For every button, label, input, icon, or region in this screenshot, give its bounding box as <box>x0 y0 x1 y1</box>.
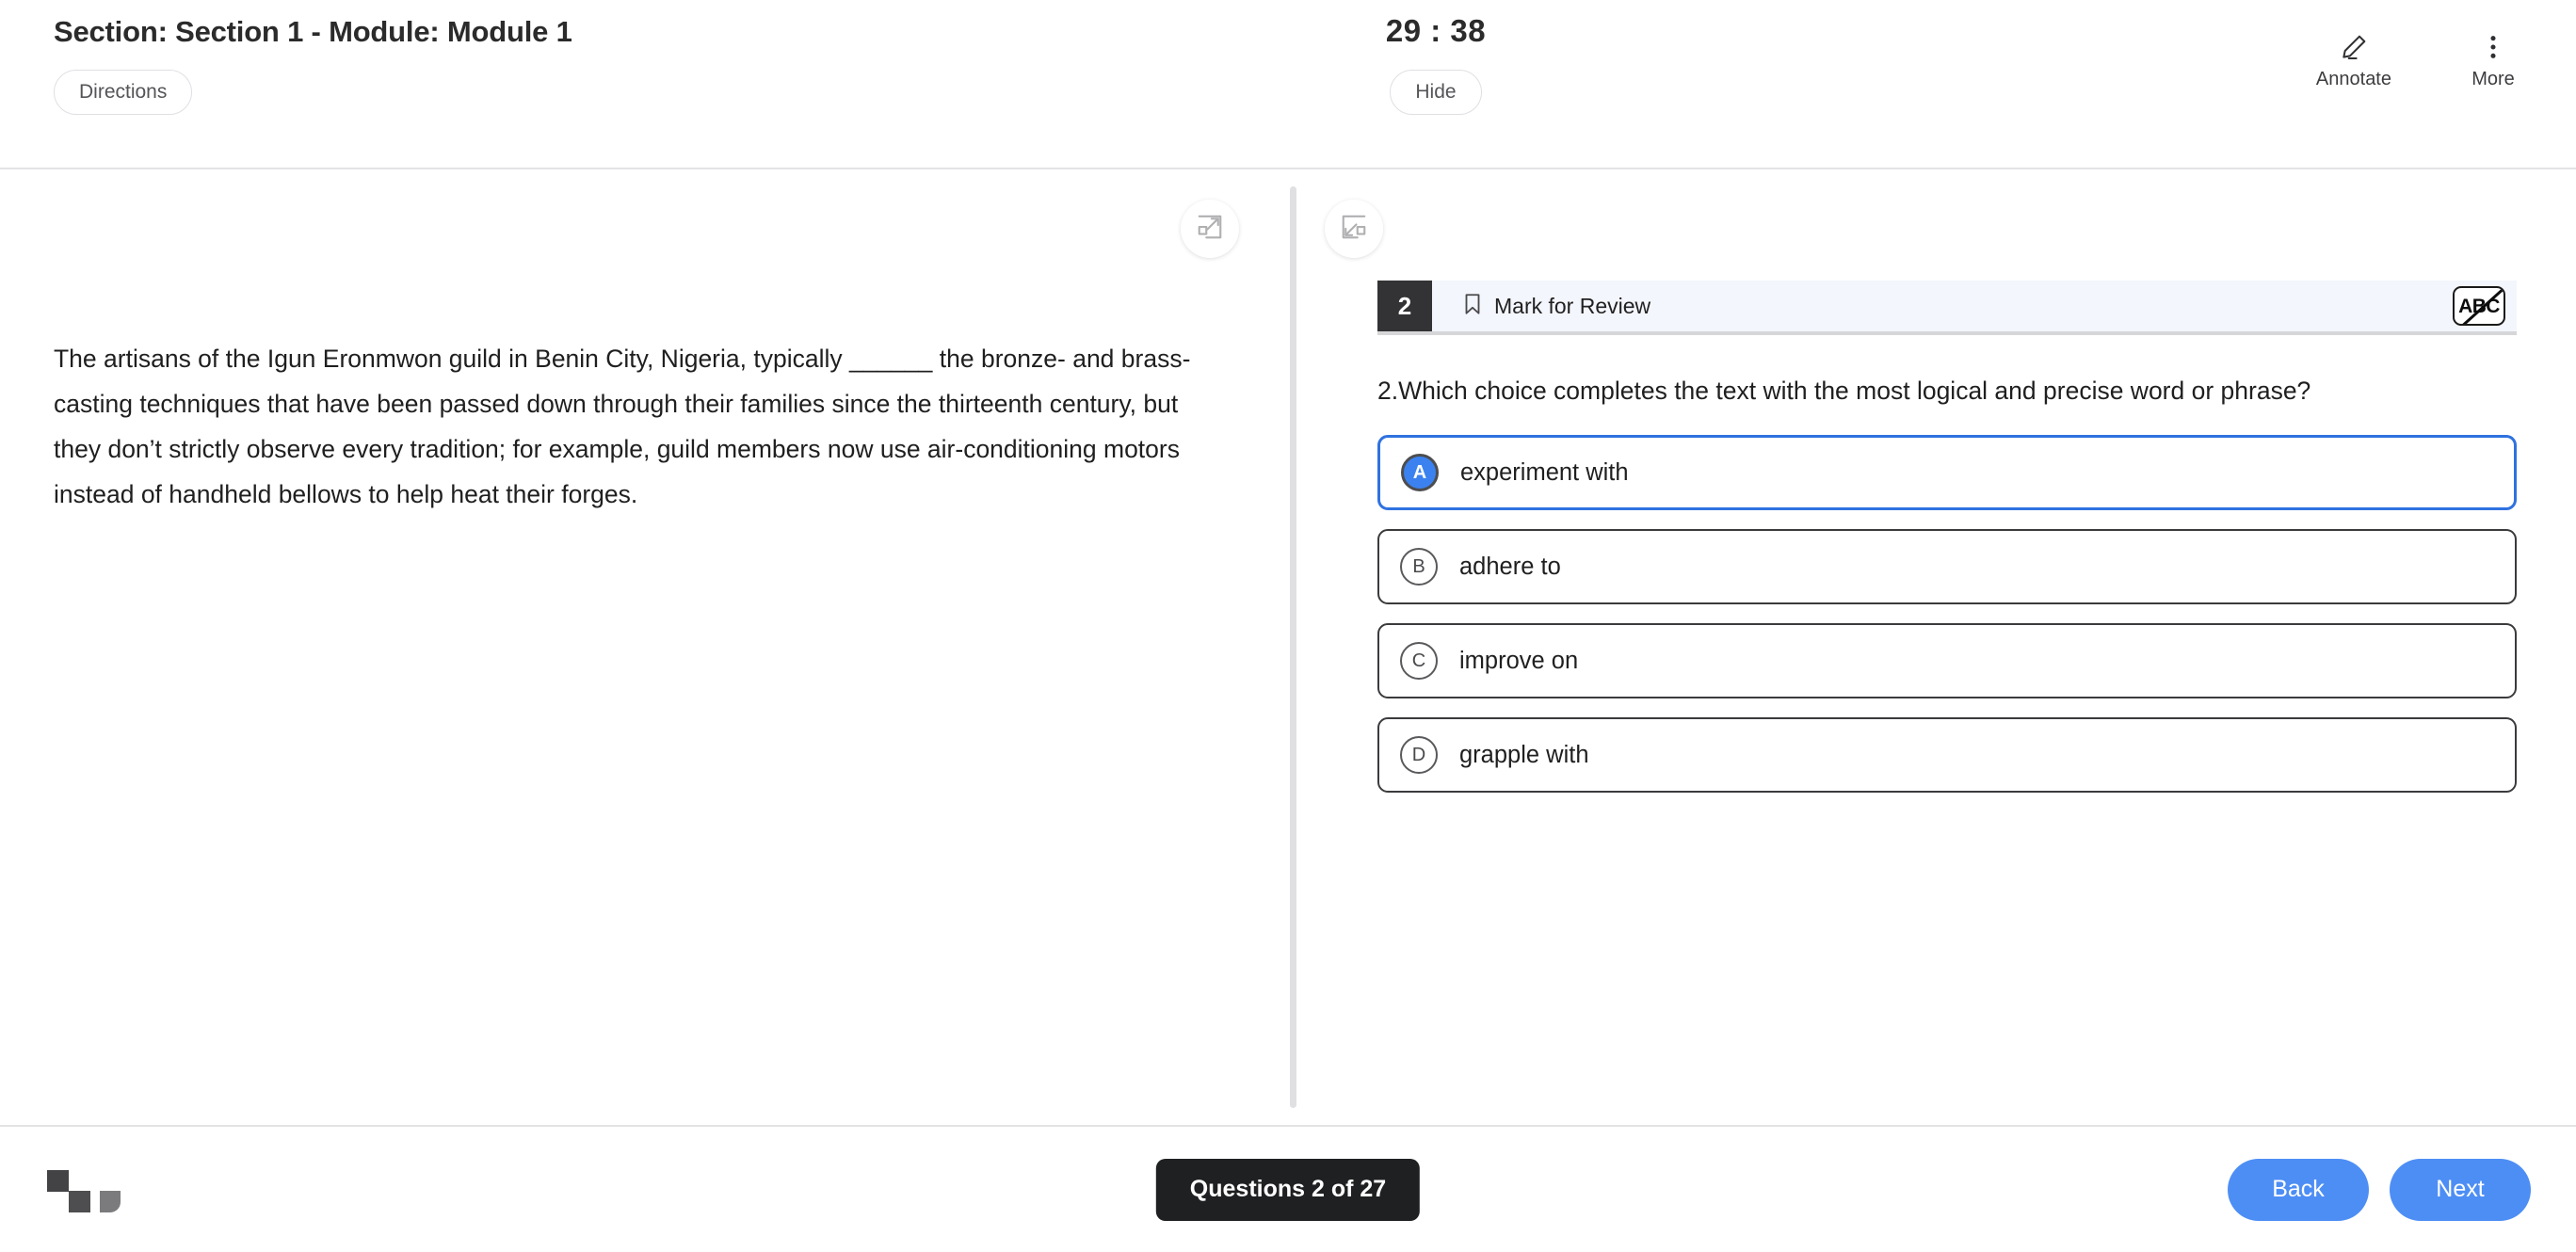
question-pane: 2 Mark for Review ABC 2.Which choice com… <box>1296 169 2576 1125</box>
choice-text-a: experiment with <box>1460 458 1629 486</box>
answer-choice-d[interactable]: D grapple with <box>1377 717 2517 793</box>
passage-text: The artisans of the Igun Eronmwon guild … <box>54 336 1216 517</box>
answer-choice-b[interactable]: B adhere to <box>1377 529 2517 604</box>
next-button[interactable]: Next <box>2390 1158 2531 1221</box>
answer-choice-a[interactable]: A experiment with <box>1377 435 2517 510</box>
pane-divider[interactable] <box>1290 186 1296 1108</box>
choice-letter-c: C <box>1400 642 1438 680</box>
questions-navigator-button[interactable]: Questions 2 of 27 <box>1155 1158 1421 1221</box>
choice-letter-b: B <box>1400 548 1438 586</box>
more-label: More <box>2471 69 2515 89</box>
expand-passage-pane-button[interactable] <box>1181 200 1239 258</box>
choice-text-d: grapple with <box>1459 741 1589 768</box>
question-number-badge: 2 <box>1377 281 1432 331</box>
more-vertical-icon <box>2478 32 2508 62</box>
header-left-group: Section: Section 1 - Module: Module 1 Di… <box>54 0 1231 115</box>
timer-display: 29 : 38 <box>1385 13 1487 48</box>
header-right-group: Annotate More <box>2316 0 2527 90</box>
app-footer: Questions 2 of 27 Back Next <box>0 1125 2576 1252</box>
page-title: Section: Section 1 - Module: Module 1 <box>54 15 572 48</box>
choice-letter-a: A <box>1401 454 1439 491</box>
test-app-window: Section: Section 1 - Module: Module 1 Di… <box>0 0 2576 1252</box>
question-header-bar: 2 Mark for Review ABC <box>1377 281 2517 335</box>
expand-left-icon <box>1340 213 1368 246</box>
back-button[interactable]: Back <box>2228 1158 2369 1221</box>
mark-for-review-label: Mark for Review <box>1494 293 1651 318</box>
answer-choices-list: A experiment with B adhere to C improve … <box>1377 435 2517 793</box>
navigation-buttons: Back Next <box>2228 1158 2531 1221</box>
bookmark-icon <box>1460 290 1485 323</box>
mark-for-review-button[interactable]: Mark for Review <box>1432 281 2453 331</box>
app-header: Section: Section 1 - Module: Module 1 Di… <box>0 0 2576 169</box>
expand-right-icon <box>1196 213 1224 246</box>
app-logo <box>36 1169 121 1212</box>
question-block: 2 Mark for Review ABC 2.Which choice com… <box>1377 281 2517 811</box>
more-button[interactable]: More <box>2459 32 2527 90</box>
annotate-label: Annotate <box>2315 69 2391 89</box>
main-content: The artisans of the Igun Eronmwon guild … <box>0 169 2576 1125</box>
abc-strikethrough-button[interactable]: ABC <box>2453 286 2505 326</box>
header-center-group: 29 : 38 Hide <box>1252 0 1619 115</box>
expand-question-pane-button[interactable] <box>1325 200 1383 258</box>
passage-blank: ______ <box>848 344 933 373</box>
logo-square-2 <box>69 1190 90 1212</box>
answer-choice-c[interactable]: C improve on <box>1377 623 2517 698</box>
choice-text-c: improve on <box>1459 647 1579 674</box>
annotate-button[interactable]: Annotate <box>2316 32 2391 90</box>
logo-square-3 <box>100 1190 121 1212</box>
question-prompt: 2.Which choice completes the text with t… <box>1377 377 2311 405</box>
choice-letter-d: D <box>1400 736 1438 774</box>
choice-text-b: adhere to <box>1459 553 1561 580</box>
pencil-icon <box>2339 32 2369 62</box>
hide-timer-button[interactable]: Hide <box>1390 70 1482 115</box>
directions-button[interactable]: Directions <box>54 70 193 115</box>
logo-square-1 <box>47 1169 69 1192</box>
passage-pane: The artisans of the Igun Eronmwon guild … <box>0 169 1290 1125</box>
passage-part-1: The artisans of the Igun Eronmwon guild … <box>54 344 849 373</box>
